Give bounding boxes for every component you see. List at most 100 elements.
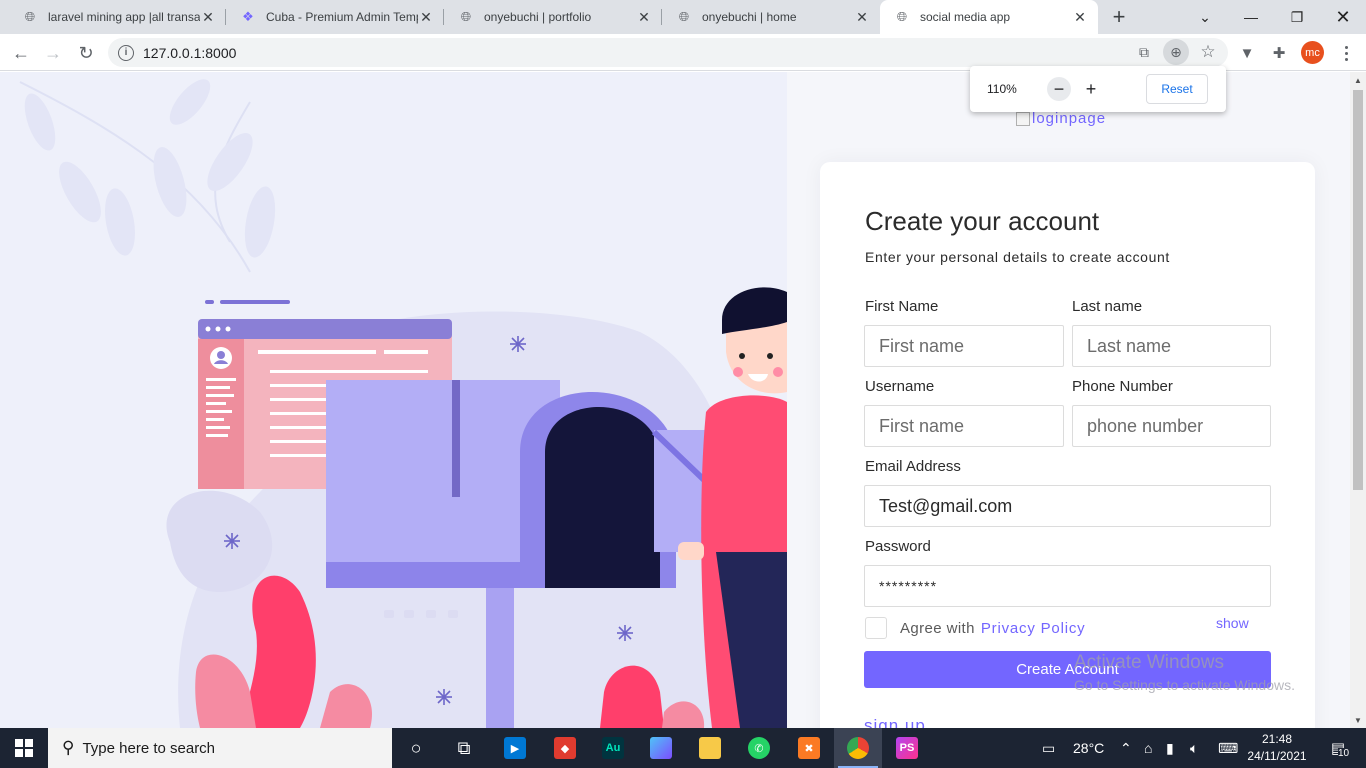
taskbar-search-box[interactable]: ⚲ Type here to search (48, 728, 392, 768)
cortana-icon[interactable]: ○ (392, 728, 440, 768)
profile-avatar[interactable]: mc (1301, 41, 1324, 64)
email-label: Email Address (865, 458, 961, 475)
windows-taskbar: ⚲ Type here to search ○ ⧉ ▶ ◆ Au ✆ ✖ PS … (0, 728, 1366, 768)
search-icon: ⚲ (62, 738, 75, 757)
agree-text: Agree with (900, 620, 975, 637)
zoom-popup: 110% − + Reset (970, 66, 1226, 112)
username-label: Username (865, 378, 935, 395)
restore-button[interactable]: ❐ (1274, 0, 1320, 34)
windows-start-icon[interactable] (0, 728, 48, 768)
last-name-label: Last name (1072, 298, 1143, 315)
zoom-icon[interactable]: ⊕ (1163, 39, 1189, 65)
zoom-in-button[interactable]: + (1079, 77, 1103, 101)
temperature[interactable]: 28°C (1073, 728, 1104, 768)
logo-image[interactable]: loginpage (1016, 110, 1106, 127)
back-icon[interactable]: ← (8, 40, 34, 66)
scroll-down-arrow-icon[interactable]: ▼ (1350, 712, 1366, 728)
phone-input[interactable] (1072, 405, 1271, 447)
form-title: Create your account (865, 206, 1100, 236)
broken-image-icon (1016, 111, 1030, 126)
first-name-label: First Name (865, 298, 939, 315)
battery-icon[interactable]: ▮ (1166, 728, 1174, 768)
notification-count: 10 (1338, 748, 1350, 759)
xampp-icon[interactable]: ✖ (785, 728, 833, 768)
email-input[interactable] (864, 485, 1271, 527)
globe-icon: 🌐︎ (24, 9, 36, 24)
tab-search-icon[interactable]: ⌄ (1182, 0, 1228, 34)
app-cube-icon[interactable] (637, 728, 685, 768)
first-name-input[interactable] (864, 325, 1064, 367)
forward-icon[interactable]: → (40, 40, 66, 66)
username-input[interactable] (864, 405, 1064, 447)
audition-icon[interactable]: Au (589, 728, 637, 768)
close-window-button[interactable]: ✕ (1320, 0, 1366, 34)
tab-social-media-app[interactable]: 🌐︎ social media app ✕ (880, 0, 1098, 34)
volume-icon[interactable]: 🔈︎ (1190, 728, 1198, 768)
media-player-icon[interactable]: ▶ (491, 728, 539, 768)
clock-date: 24/11/2021 (1247, 749, 1307, 763)
tab-title: social media app (920, 10, 1011, 24)
browser-menu-icon[interactable] (1336, 40, 1356, 66)
notification-center-icon[interactable]: ▤10 (1318, 728, 1358, 768)
bookmark-star-icon[interactable]: ☆ (1195, 39, 1221, 65)
new-tab-button[interactable]: + (1106, 4, 1132, 29)
form-subtitle: Enter your personal details to create ac… (865, 249, 1170, 265)
search-placeholder: Type here to search (82, 739, 216, 757)
phpstorm-icon[interactable]: PS (883, 728, 931, 768)
task-view-icon[interactable]: ⧉ (440, 728, 488, 768)
signup-illustration (0, 72, 787, 728)
close-icon[interactable]: ✕ (636, 9, 652, 25)
network-icon[interactable]: ⌂ (1144, 728, 1152, 768)
tab-cuba-admin[interactable]: ❖ Cuba - Premium Admin Temp ✕ (226, 0, 444, 34)
file-explorer-icon[interactable] (686, 728, 734, 768)
whatsapp-icon[interactable]: ✆ (735, 728, 783, 768)
battery-report-icon[interactable]: ▭ (1042, 728, 1055, 768)
chrome-icon[interactable] (834, 728, 882, 768)
close-icon[interactable]: ✕ (1072, 9, 1088, 25)
privacy-policy-link[interactable]: Privacy Policy (981, 620, 1086, 637)
privacy-checkbox[interactable] (865, 617, 887, 639)
scroll-up-arrow-icon[interactable]: ▲ (1350, 72, 1366, 88)
logo-alt-text: loginpage (1032, 110, 1107, 127)
show-hidden-icons-icon[interactable]: ⌃ (1120, 728, 1132, 768)
tab-title: onyebuchi | portfolio (484, 10, 592, 24)
password-input[interactable] (864, 565, 1271, 607)
tab-title: onyebuchi | home (702, 10, 797, 24)
cuba-logo-icon: ❖ (242, 9, 254, 24)
close-icon[interactable]: ✕ (854, 9, 870, 25)
phone-label: Phone Number (1072, 378, 1173, 395)
show-password-link[interactable]: show (1216, 615, 1249, 631)
tab-strip: 🌐︎ laravel mining app |all transa ✕ ❖ Cu… (0, 0, 1366, 34)
close-icon[interactable]: ✕ (200, 9, 216, 25)
vuejs-extension-icon[interactable]: ▼ (1234, 40, 1260, 66)
open-external-icon[interactable]: ⧉ (1131, 39, 1157, 65)
tab-title: Cuba - Premium Admin Temp (266, 10, 418, 24)
taskbar-clock[interactable]: 21:48 24/11/2021 (1246, 731, 1308, 765)
anydesk-icon[interactable]: ◆ (541, 728, 589, 768)
tab-portfolio[interactable]: 🌐︎ onyebuchi | portfolio ✕ (444, 0, 662, 34)
globe-icon: 🌐︎ (678, 9, 690, 24)
zoom-reset-button[interactable]: Reset (1146, 74, 1208, 104)
agree-label: Agree with Privacy Policy (900, 620, 1085, 637)
extensions-puzzle-icon[interactable]: ✚ (1266, 40, 1292, 66)
reload-icon[interactable]: ↻ (73, 40, 99, 66)
minimize-button[interactable]: — (1228, 0, 1274, 34)
zoom-level: 110% (987, 82, 1017, 96)
close-icon[interactable]: ✕ (418, 9, 434, 25)
tab-laravel-mining-app[interactable]: 🌐︎ laravel mining app |all transa ✕ (8, 0, 226, 34)
last-name-input[interactable] (1072, 325, 1271, 367)
url-text: 127.0.0.1:8000 (143, 44, 237, 61)
page-scrollbar[interactable]: ▲ ▼ (1350, 72, 1366, 728)
zoom-out-button[interactable]: − (1047, 77, 1071, 101)
activate-windows-watermark: Activate Windows (1074, 652, 1224, 673)
tab-home[interactable]: 🌐︎ onyebuchi | home ✕ (662, 0, 880, 34)
site-info-icon[interactable]: i (118, 44, 134, 61)
activate-windows-subtext: Go to Settings to activate Windows. (1074, 677, 1295, 693)
globe-icon: 🌐︎ (460, 9, 472, 24)
clock-time: 21:48 (1261, 732, 1293, 746)
scrollbar-thumb[interactable] (1353, 90, 1363, 490)
globe-icon: 🌐︎ (896, 9, 908, 24)
keyboard-icon[interactable]: ⌨ (1218, 728, 1238, 768)
tab-title: laravel mining app |all transa (48, 10, 200, 24)
address-bar[interactable]: i 127.0.0.1:8000 (108, 38, 1228, 67)
